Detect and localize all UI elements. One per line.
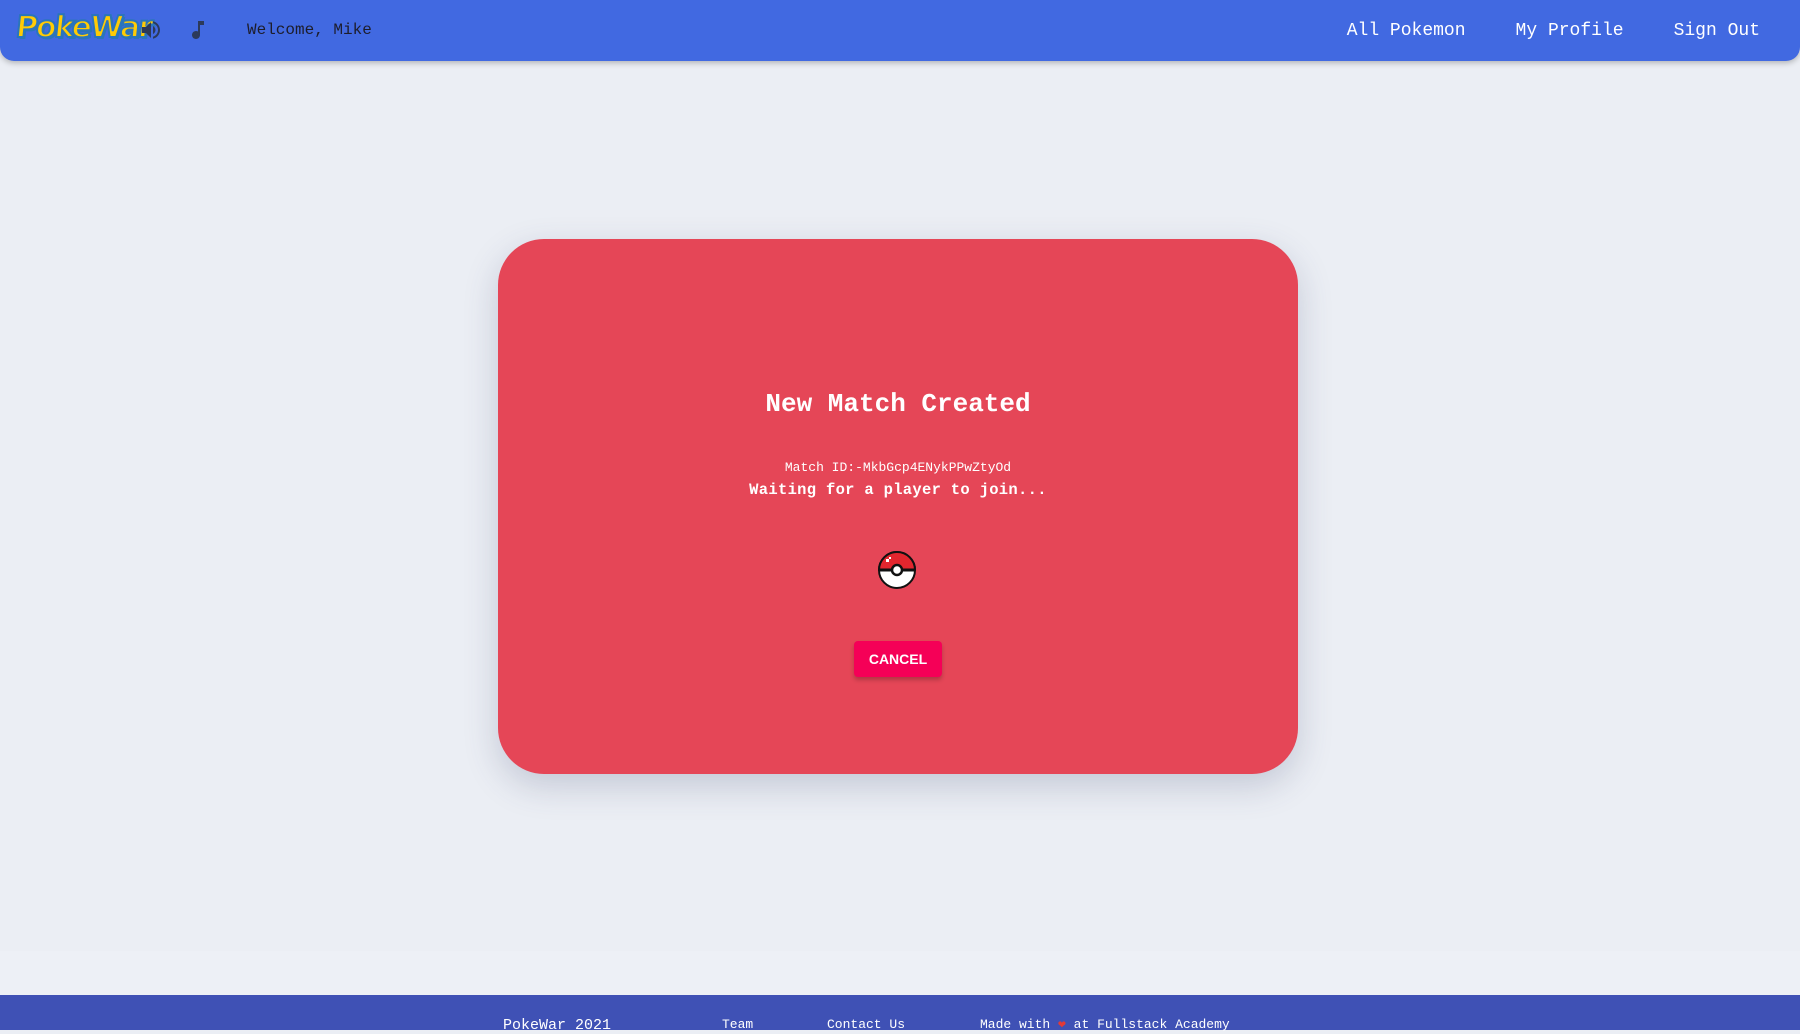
- volume-icon[interactable]: [139, 18, 163, 42]
- nav-links: All Pokemon My Profile Sign Out: [1297, 0, 1760, 61]
- welcome-message: Welcome, Mike: [247, 21, 372, 39]
- waiting-status: Waiting for a player to join...: [749, 481, 1047, 499]
- music-note-icon[interactable]: [186, 18, 210, 42]
- footer-brand: PokeWar 2021: [503, 1017, 612, 1034]
- nav-link-sign-out[interactable]: Sign Out: [1674, 21, 1760, 41]
- match-title: New Match Created: [765, 389, 1031, 419]
- match-id: Match ID:-MkbGcp4ENykPPwZtyOd: [784, 460, 1012, 475]
- footer: PokeWar 2021 Team Contact Us Made with ❤…: [0, 995, 1800, 1034]
- cancel-button[interactable]: CANCEL: [854, 641, 942, 677]
- top-navbar: PokeWar Welcome, Mike All Pokemon My Pro…: [0, 0, 1800, 61]
- nav-link-my-profile[interactable]: My Profile: [1516, 21, 1624, 41]
- logo-text: PokeWar: [13, 9, 154, 46]
- pokeball-icon: [877, 550, 917, 590]
- pokewar-logo[interactable]: PokeWar: [12, 6, 154, 50]
- page-bottom-band: [0, 951, 1800, 995]
- nav-link-all-pokemon[interactable]: All Pokemon: [1347, 21, 1466, 41]
- new-match-card: New Match Created Match ID:-MkbGcp4ENykP…: [498, 239, 1298, 774]
